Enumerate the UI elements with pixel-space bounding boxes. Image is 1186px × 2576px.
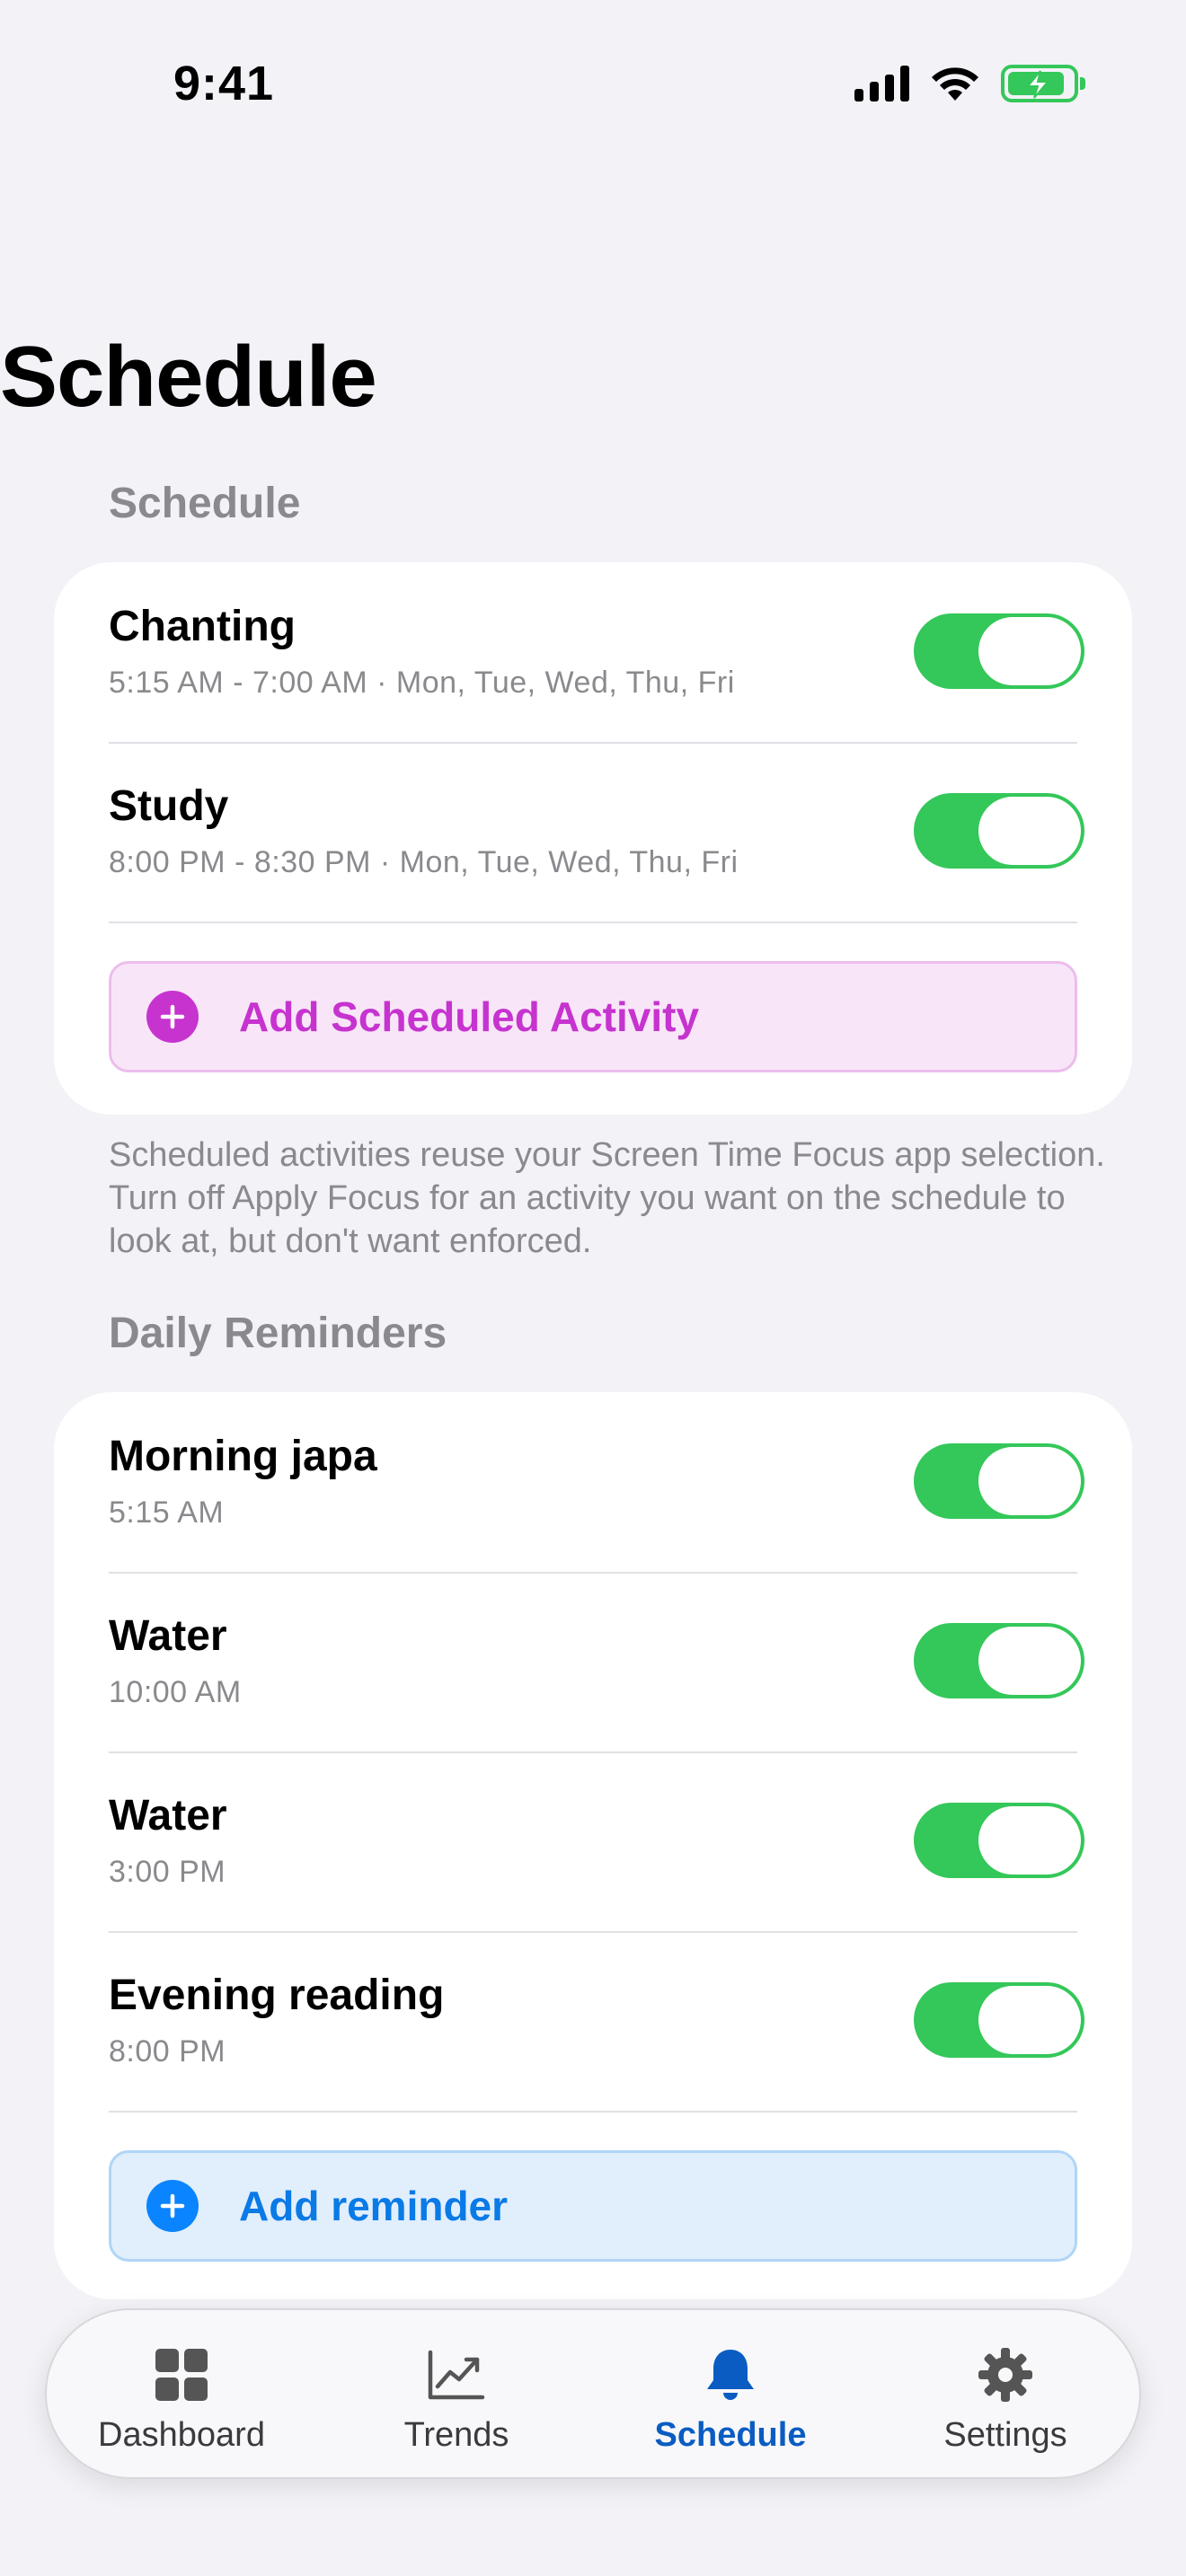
reminder-time: 10:00 AM (109, 1675, 242, 1709)
chart-icon (427, 2346, 486, 2404)
tab-settings[interactable]: Settings (889, 2310, 1122, 2481)
battery-charging-icon (1001, 65, 1085, 102)
reminders-section-header: Daily Reminders (109, 1310, 447, 1357)
activity-title: Study (109, 782, 229, 830)
tab-label: Trends (403, 2416, 509, 2454)
bell-icon (704, 2346, 757, 2404)
status-time: 9:41 (173, 57, 275, 110)
reminder-toggle[interactable] (914, 1982, 1084, 2058)
reminder-time: 8:00 PM (109, 2034, 226, 2069)
tab-label: Settings (943, 2416, 1067, 2454)
plus-circle-icon (146, 2180, 199, 2232)
schedule-footnote: Scheduled activities reuse your Screen T… (109, 1136, 1105, 1260)
status-bar: 9:41 (0, 0, 1186, 171)
reminder-title: Water (109, 1612, 227, 1660)
add-scheduled-activity-label: Add Scheduled Activity (239, 993, 700, 1040)
activity-row[interactable]: Chanting 5:15 AM - 7:00 AM · Mon, Tue, W… (109, 562, 1084, 744)
add-scheduled-activity-button[interactable]: Add Scheduled Activity (109, 961, 1077, 1072)
tab-dashboard[interactable]: Dashboard (65, 2310, 298, 2481)
reminder-toggle[interactable] (914, 1623, 1084, 1698)
wifi-icon (932, 67, 978, 101)
plus-circle-icon (146, 991, 199, 1043)
reminder-toggle[interactable] (914, 1443, 1084, 1519)
schedule-section-header: Schedule (109, 480, 301, 527)
tab-bar: Dashboard Trends Schedule Settings (45, 2308, 1141, 2479)
reminder-time: 5:15 AM (109, 1495, 225, 1530)
reminder-title: Evening reading (109, 1972, 445, 2019)
tab-trends[interactable]: Trends (340, 2310, 573, 2481)
activity-time-days: 8:00 PM - 8:30 PM · Mon, Tue, Wed, Thu, … (109, 845, 739, 879)
activity-row[interactable]: Study 8:00 PM - 8:30 PM · Mon, Tue, Wed,… (109, 742, 1084, 923)
tab-label: Dashboard (98, 2416, 265, 2454)
tab-schedule[interactable]: Schedule (614, 2310, 847, 2481)
reminders-card: Morning japa 5:15 AM Water 10:00 AM Wate… (54, 1392, 1132, 2299)
reminder-row[interactable]: Evening reading 8:00 PM (109, 1931, 1084, 2113)
activity-time-days: 5:15 AM - 7:00 AM · Mon, Tue, Wed, Thu, … (109, 666, 735, 700)
reminder-row[interactable]: Water 10:00 AM (109, 1572, 1084, 1753)
reminder-row[interactable]: Water 3:00 PM (109, 1751, 1084, 1933)
schedule-card: Chanting 5:15 AM - 7:00 AM · Mon, Tue, W… (54, 562, 1132, 1115)
page-title: Schedule (0, 329, 377, 425)
tab-label: Schedule (654, 2416, 807, 2454)
reminder-title: Morning japa (109, 1433, 377, 1480)
grid-icon (155, 2346, 208, 2404)
activity-toggle[interactable] (914, 613, 1084, 689)
activity-title: Chanting (109, 603, 296, 650)
add-reminder-label: Add reminder (239, 2183, 509, 2229)
add-reminder-button[interactable]: Add reminder (109, 2150, 1077, 2262)
reminder-toggle[interactable] (914, 1803, 1084, 1878)
activity-toggle[interactable] (914, 793, 1084, 869)
reminder-time: 3:00 PM (109, 1855, 226, 1889)
reminder-title: Water (109, 1792, 227, 1839)
gear-icon (977, 2346, 1034, 2404)
status-icons (854, 65, 1085, 102)
cellular-signal-icon (854, 66, 909, 101)
reminder-row[interactable]: Morning japa 5:15 AM (109, 1392, 1084, 1574)
